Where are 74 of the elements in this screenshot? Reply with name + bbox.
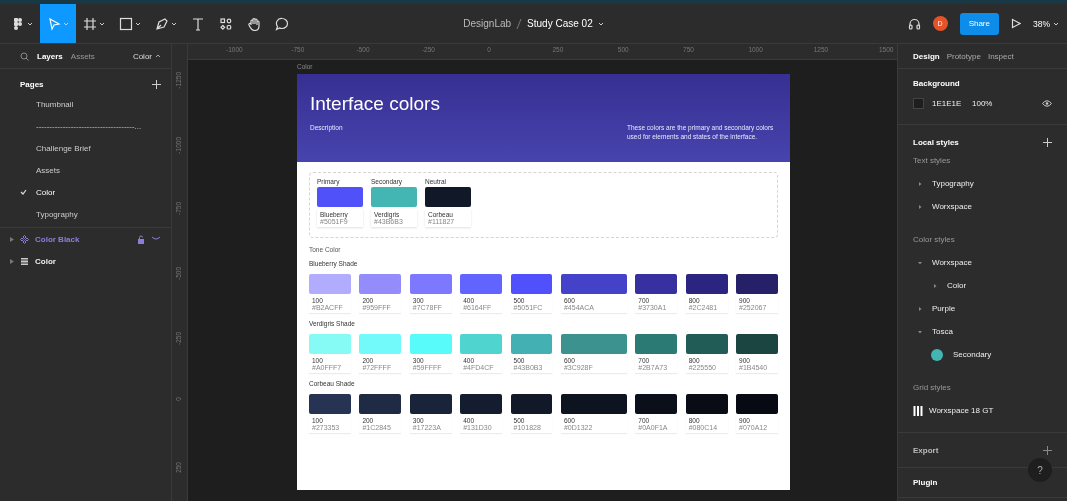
page-menu[interactable]: Color xyxy=(132,51,161,61)
section-title: Pages xyxy=(20,79,44,89)
group-title: Grid styles xyxy=(913,382,952,394)
group-title: Text styles xyxy=(913,155,952,167)
add-icon[interactable] xyxy=(1043,137,1052,147)
panel-tab[interactable]: Design xyxy=(913,51,940,61)
slash-icon xyxy=(516,17,523,30)
section-title: Plugin xyxy=(913,478,938,487)
style-item[interactable]: Worxspace xyxy=(932,202,972,211)
expand-arrow-icon[interactable] xyxy=(918,181,922,186)
expand-arrow-icon[interactable] xyxy=(933,283,937,288)
caret-icon xyxy=(1053,20,1059,27)
project-name[interactable]: DesignLab xyxy=(463,18,512,29)
page-item[interactable]: Color xyxy=(36,187,56,197)
caret-icon xyxy=(63,20,69,27)
caret-icon xyxy=(27,20,33,27)
panel-tab[interactable]: Inspect xyxy=(987,51,1014,61)
eye-icon[interactable] xyxy=(1042,99,1052,107)
play-icon[interactable] xyxy=(1011,18,1021,29)
section-title: Local styles xyxy=(913,137,959,147)
layer-name[interactable]: Color xyxy=(35,256,161,266)
page-item[interactable]: Assets xyxy=(36,165,60,175)
opacity-value[interactable]: 100% xyxy=(972,98,1042,108)
resources-icon xyxy=(219,16,233,31)
hidden-eye-icon[interactable] xyxy=(151,236,161,242)
frame-layer-icon xyxy=(20,256,29,266)
caret-icon xyxy=(135,20,141,27)
page-item[interactable]: Thumbnail xyxy=(36,99,74,109)
group-title: Color styles xyxy=(913,234,956,246)
help-button[interactable]: ? xyxy=(1028,458,1052,482)
section-title: Background xyxy=(913,79,961,88)
style-item[interactable]: Worxspace 18 GT xyxy=(929,406,994,415)
style-item[interactable]: Purple xyxy=(932,304,956,313)
expand-arrow-icon[interactable] xyxy=(10,236,14,242)
style-item[interactable]: Color xyxy=(947,281,967,290)
headphones-icon[interactable] xyxy=(907,17,921,30)
expand-arrow-icon[interactable] xyxy=(918,204,922,209)
comment-icon xyxy=(275,16,289,31)
section-title: Export xyxy=(913,445,939,455)
lock-icon[interactable] xyxy=(137,234,145,244)
text-icon xyxy=(191,16,205,31)
zoom-menu[interactable]: 38% xyxy=(1033,18,1059,29)
style-item[interactable]: Tosca xyxy=(932,327,953,336)
expand-arrow-icon[interactable] xyxy=(918,306,922,311)
add-icon[interactable] xyxy=(1043,445,1052,455)
caret-icon xyxy=(99,20,105,27)
file-name[interactable]: Study Case 02 xyxy=(527,18,593,29)
share-button[interactable]: Share xyxy=(959,12,999,35)
style-item[interactable]: Secondary xyxy=(953,350,992,359)
color-chip[interactable] xyxy=(913,97,924,109)
rectangle-icon xyxy=(119,16,133,31)
page-item[interactable]: Challenge Brief xyxy=(36,143,91,153)
page-item[interactable]: -------------------------------------... xyxy=(36,121,142,131)
panel-tab[interactable]: Prototype xyxy=(946,51,981,61)
expand-arrow-icon[interactable] xyxy=(10,258,14,264)
frame-icon xyxy=(83,16,97,31)
style-item[interactable]: Typography xyxy=(932,179,974,188)
panel-tab[interactable]: Assets xyxy=(70,51,95,61)
caret-icon xyxy=(171,20,177,27)
caret-icon xyxy=(155,53,161,59)
cursor-icon xyxy=(47,16,61,31)
style-item[interactable]: Worxspace xyxy=(932,258,972,267)
page-item[interactable]: Typography xyxy=(36,209,78,219)
hex-value[interactable]: 1E1E1E xyxy=(932,98,972,108)
caret-icon[interactable] xyxy=(597,20,604,27)
panel-tab[interactable]: Layers xyxy=(37,51,63,61)
hand-icon xyxy=(247,16,261,31)
add-icon[interactable] xyxy=(152,79,161,89)
layer-name[interactable]: Color Black xyxy=(35,234,131,244)
search-icon[interactable] xyxy=(20,51,29,61)
component-icon xyxy=(20,234,29,244)
grid-icon xyxy=(913,405,923,416)
pen-icon xyxy=(155,16,169,31)
page-title: Interface colors xyxy=(310,93,441,115)
